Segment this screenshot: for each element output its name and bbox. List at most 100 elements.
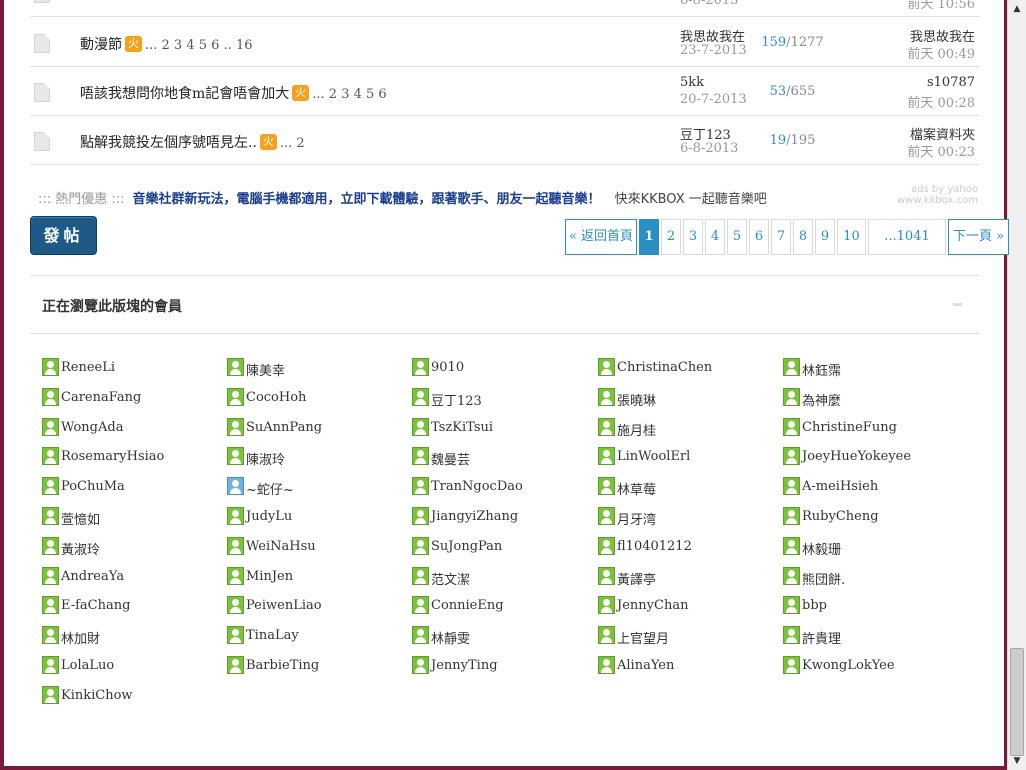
- thread-last-user[interactable]: s10787: [927, 75, 975, 90]
- scroll-up-icon[interactable]: ▲: [1010, 2, 1024, 16]
- page-4-button[interactable]: 4: [705, 219, 725, 255]
- member-name[interactable]: LolaLuo: [61, 658, 114, 673]
- member-name[interactable]: KwongLokYee: [802, 658, 895, 673]
- member-name[interactable]: AlinaYen: [617, 658, 674, 673]
- page-7-button[interactable]: 7: [771, 219, 791, 255]
- page-1-button[interactable]: 1: [639, 219, 659, 255]
- thread-row[interactable]: 動漫節火... 2 3 4 5 6 .. 16 我思故我在 23-7-2013 …: [30, 18, 980, 67]
- thread-last-time[interactable]: 前天 00:28: [907, 92, 975, 111]
- member-name[interactable]: 豆丁123: [431, 390, 482, 409]
- user-icon: [783, 537, 800, 555]
- thread-title-link[interactable]: 動漫節: [80, 37, 122, 53]
- member-name[interactable]: 陳美幸: [246, 360, 285, 379]
- post-button[interactable]: 發帖: [30, 216, 97, 255]
- user-icon: [227, 358, 244, 376]
- member-name[interactable]: ReneeLi: [61, 360, 115, 375]
- member-name[interactable]: JoeyHueYokeyee: [802, 449, 911, 464]
- user-icon: [783, 626, 800, 644]
- promo-link[interactable]: 音樂社群新玩法，電腦手機都適用，立即下載體驗，跟著歌手、朋友一起聽音樂！: [133, 192, 601, 207]
- member-name[interactable]: 林靜雯: [431, 628, 470, 647]
- member-name[interactable]: TszKiTsui: [431, 420, 493, 435]
- member-name[interactable]: 萱憶如: [61, 509, 100, 528]
- page-3-button[interactable]: 3: [683, 219, 703, 255]
- member-name[interactable]: JennyChan: [617, 598, 688, 613]
- member-name[interactable]: JiangyiZhang: [431, 509, 518, 524]
- page-5-button[interactable]: 5: [727, 219, 747, 255]
- thread-pages[interactable]: ... 2 3 4 5 6 .. 16: [145, 38, 253, 53]
- page-8-button[interactable]: 8: [793, 219, 813, 255]
- thread-title-link[interactable]: 唔該我想問你地食m記會唔會加大: [80, 86, 289, 102]
- member-name[interactable]: JennyTing: [431, 658, 498, 673]
- page-2-button[interactable]: 2: [661, 219, 681, 255]
- thread-author[interactable]: 5kk: [680, 75, 704, 90]
- thread-pages[interactable]: ... 2 3 4 5 6: [312, 87, 386, 102]
- thread-row[interactable]: 6-8-2013 前天 10:56: [30, 0, 980, 17]
- scrollbar-thumb[interactable]: [1010, 648, 1024, 756]
- member-name[interactable]: TinaLay: [246, 628, 299, 643]
- vertical-scrollbar[interactable]: ▲ ▼: [1007, 0, 1026, 770]
- member-name[interactable]: E-faChang: [61, 598, 130, 613]
- member-name[interactable]: RosemaryHsiao: [61, 449, 164, 464]
- promo-link-secondary[interactable]: 快來KKBOX 一起聽音樂吧: [615, 192, 767, 207]
- member-name[interactable]: TranNgocDao: [431, 479, 523, 494]
- member-name[interactable]: 林草莓: [617, 479, 656, 498]
- member-name[interactable]: 林加財: [61, 628, 100, 647]
- member-name[interactable]: SuJongPan: [431, 539, 502, 554]
- member-name[interactable]: BarbieTing: [246, 658, 319, 673]
- member-name[interactable]: 魏曼芸: [431, 449, 470, 468]
- thread-last-time[interactable]: 前天 00:49: [907, 43, 975, 62]
- collapse-icon[interactable]: [953, 303, 962, 306]
- page-6-button[interactable]: 6: [749, 219, 769, 255]
- thread-row[interactable]: 點解我競投左個序號唔見左.. 火... 2 豆丁123 6-8-2013 19/1…: [30, 116, 980, 165]
- page-10-button[interactable]: 10: [837, 219, 866, 255]
- user-icon: [783, 596, 800, 614]
- member-name[interactable]: ~蛇仔~: [246, 479, 294, 498]
- scroll-down-icon[interactable]: ▼: [1010, 754, 1024, 768]
- member-name[interactable]: CocoHoh: [246, 390, 306, 405]
- member-name[interactable]: 張曉琳: [617, 390, 656, 409]
- thread-pages[interactable]: ... 2: [280, 136, 305, 151]
- next-page-button[interactable]: 下一頁 »: [948, 219, 1009, 255]
- member-name[interactable]: bbp: [802, 598, 827, 613]
- thread-row[interactable]: 唔該我想問你地食m記會唔會加大火... 2 3 4 5 6 5kk 20-7-2…: [30, 67, 980, 116]
- member-name[interactable]: WongAda: [61, 420, 123, 435]
- member-name[interactable]: MinJen: [246, 569, 293, 584]
- member-name[interactable]: 黃譯亭: [617, 569, 656, 588]
- member-name[interactable]: fl10401212: [617, 539, 692, 554]
- member-name[interactable]: 9010: [431, 360, 464, 375]
- member-name[interactable]: ChristineFung: [802, 420, 897, 435]
- member-name[interactable]: 林毅珊: [802, 539, 841, 558]
- user-icon: [783, 358, 800, 376]
- thread-title-link[interactable]: 點解我競投左個序號唔見左..: [80, 135, 257, 151]
- member-name[interactable]: CarenaFang: [61, 390, 141, 405]
- member-name[interactable]: 林鈺霈: [802, 360, 841, 379]
- user-icon: [783, 567, 800, 585]
- member-name[interactable]: 許貴理: [802, 628, 841, 647]
- member-name[interactable]: 熊団餅.: [802, 569, 845, 588]
- member-name[interactable]: RubyCheng: [802, 509, 879, 524]
- member-name[interactable]: JudyLu: [246, 509, 292, 524]
- member-name[interactable]: SuAnnPang: [246, 420, 322, 435]
- member-name[interactable]: 施月桂: [617, 420, 656, 439]
- back-to-home-button[interactable]: « 返回首頁: [565, 219, 637, 255]
- member-name[interactable]: 范文潔: [431, 569, 470, 588]
- member-name[interactable]: PoChuMa: [61, 479, 125, 494]
- member-name[interactable]: PeiwenLiao: [246, 598, 322, 613]
- page-9-button[interactable]: 9: [815, 219, 835, 255]
- member-name[interactable]: A-meiHsieh: [802, 479, 878, 494]
- member-name[interactable]: KinkiChow: [61, 688, 133, 703]
- member-name[interactable]: 上官望月: [617, 628, 669, 647]
- member-name[interactable]: WeiNaHsu: [246, 539, 316, 554]
- page-last-button[interactable]: ...1041: [868, 219, 946, 255]
- member-name[interactable]: AndreaYa: [61, 569, 124, 584]
- member-name[interactable]: 陳淑玲: [246, 449, 285, 468]
- thread-last-time[interactable]: 前天 00:23: [907, 141, 975, 160]
- user-icon: [42, 358, 59, 376]
- member-name[interactable]: ChristinaChen: [617, 360, 712, 375]
- member-name[interactable]: LinWoolErl: [617, 449, 690, 464]
- member-name[interactable]: 為神麼: [802, 390, 841, 409]
- member-name[interactable]: ConnieEng: [431, 598, 504, 613]
- member-name[interactable]: 黃淑玲: [61, 539, 100, 558]
- ads-credit[interactable]: ads by yahoo www.kkbox.com: [897, 184, 978, 206]
- member-name[interactable]: 月牙湾: [617, 509, 656, 528]
